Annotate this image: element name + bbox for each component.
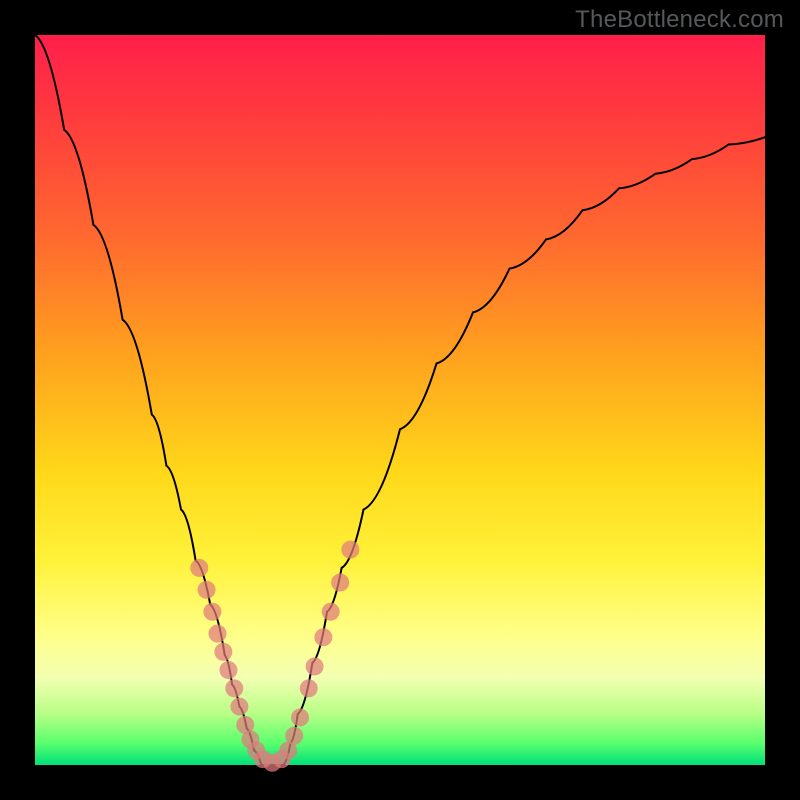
data-point: [306, 657, 324, 675]
chart-frame: TheBottleneck.com: [0, 0, 800, 800]
data-point: [225, 679, 243, 697]
data-point: [190, 559, 208, 577]
data-point: [214, 643, 232, 661]
data-point: [291, 709, 309, 727]
data-point: [285, 727, 303, 745]
data-point: [230, 698, 248, 716]
watermark-label: TheBottleneck.com: [575, 6, 784, 34]
data-point: [219, 661, 237, 679]
data-point: [314, 628, 332, 646]
data-point: [322, 603, 340, 621]
data-point: [203, 603, 221, 621]
data-dots: [190, 541, 359, 772]
curve-layer: [35, 35, 765, 765]
right-curve: [283, 137, 765, 765]
data-point: [209, 625, 227, 643]
data-point: [341, 541, 359, 559]
plot-area: [35, 35, 765, 765]
data-point: [198, 581, 216, 599]
data-point: [331, 574, 349, 592]
data-point: [300, 679, 318, 697]
